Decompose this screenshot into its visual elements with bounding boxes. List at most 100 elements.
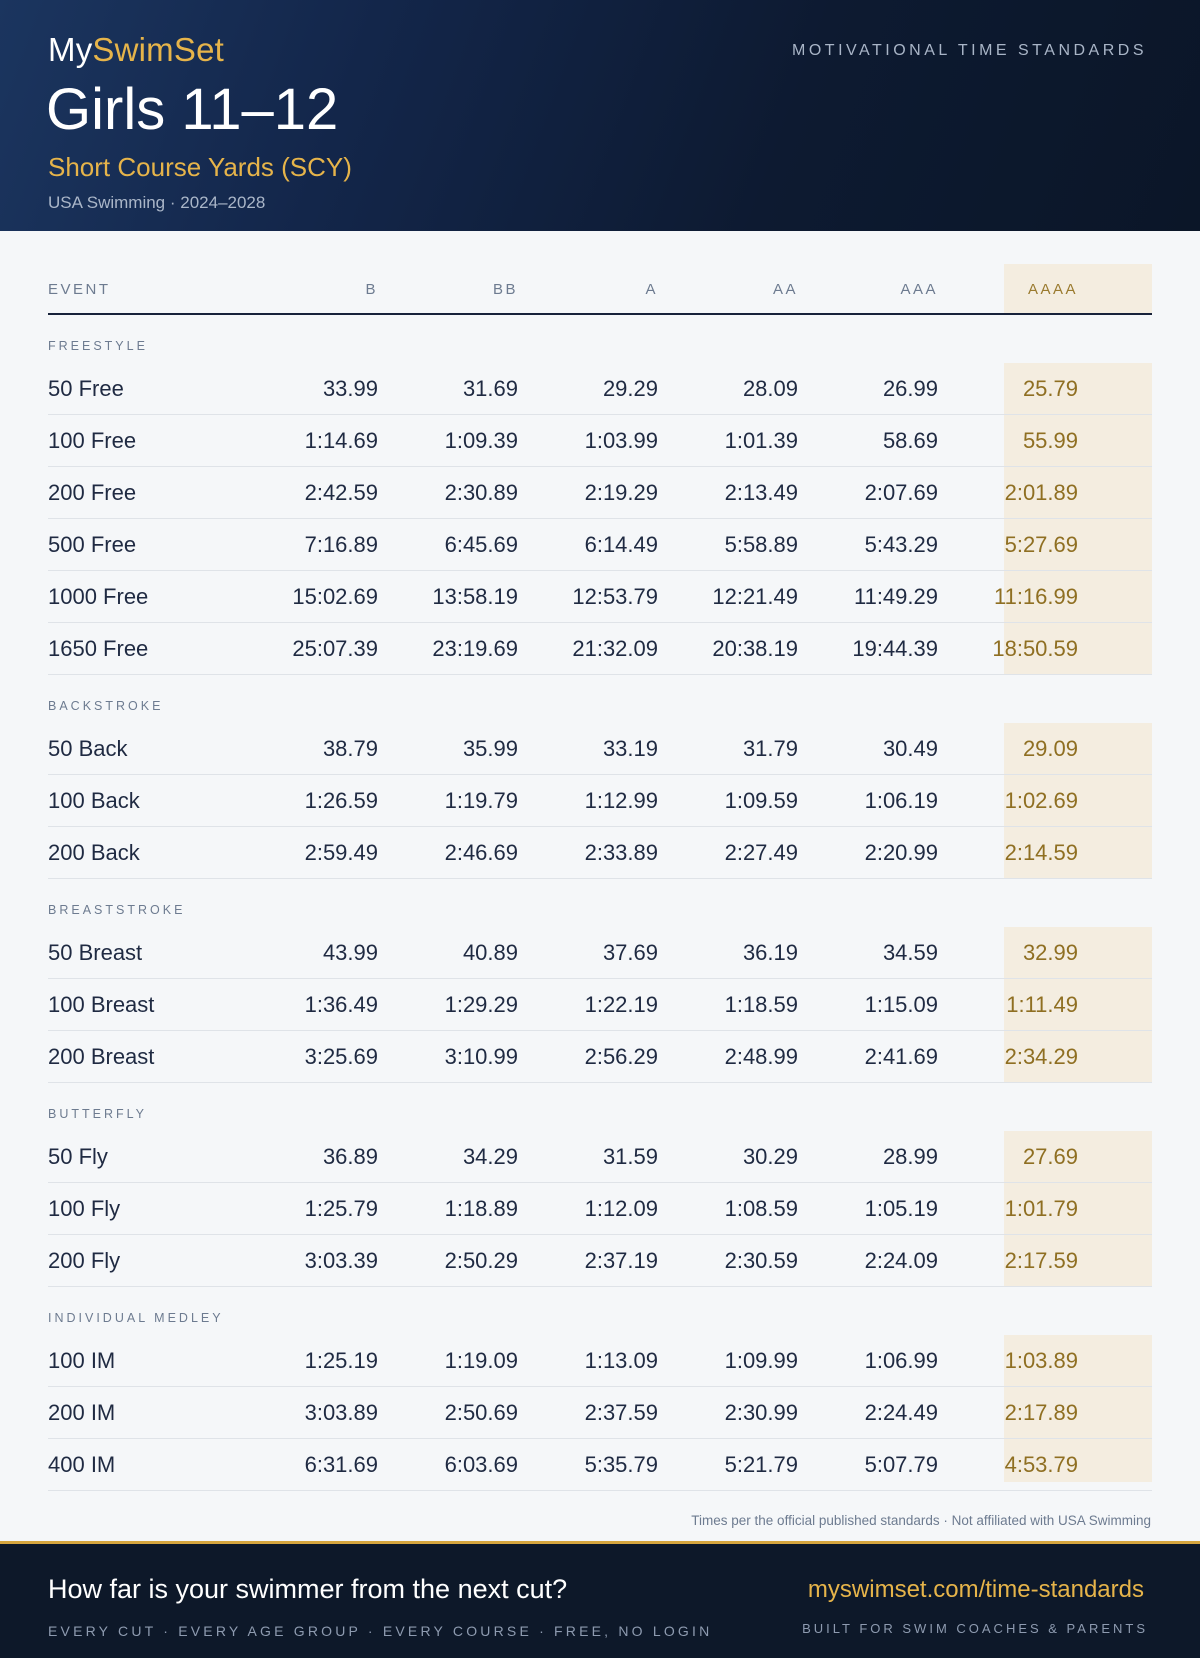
- table-row: 100 IM 1:25.19 1:19.09 1:13.09 1:09.99 1:06.9…: [48, 1335, 1152, 1387]
- column-header-aaa: AAA: [900, 281, 938, 298]
- section-heading-label: BACKSTROKE: [48, 699, 164, 713]
- time-aa: 28.09: [742, 376, 798, 401]
- time-aa: 2:30.99: [724, 1400, 798, 1425]
- event-name: 200 Back: [48, 840, 140, 865]
- time-b: 6:31.69: [304, 1452, 378, 1477]
- time-aaa: 5:07.79: [864, 1452, 938, 1477]
- table-row: 50 Breast 43.99 40.89 37.69 36.19 34.59 32.99: [48, 927, 1152, 979]
- time-aaa: 30.49: [882, 736, 938, 761]
- column-header-bb: BB: [492, 281, 518, 298]
- section-backstroke: BACKSTROKE 50 Back 38.79 35.99 33.19 31.79 30.…: [48, 675, 1152, 879]
- time-b: 2:59.49: [304, 840, 378, 865]
- time-aaaa: 2:01.89: [1004, 480, 1078, 505]
- event-name: 500 Free: [48, 532, 137, 557]
- time-aa: 12:21.49: [712, 584, 798, 609]
- time-aa: 1:01.39: [724, 428, 798, 453]
- table-row: 400 IM 6:31.69 6:03.69 5:35.79 5:21.79 5:07.7…: [48, 1439, 1152, 1491]
- time-aaaa: 11:16.99: [993, 584, 1078, 609]
- time-aaa: 2:24.49: [864, 1400, 938, 1425]
- time-aaa: 1:06.19: [864, 788, 938, 813]
- time-bb: 1:19.79: [444, 788, 518, 813]
- section-gap: [956, 879, 1152, 927]
- section-heading-label: INDIVIDUAL MEDLEY: [48, 1311, 224, 1325]
- time-b: 1:36.49: [304, 992, 378, 1017]
- footer-built-for: BUILT FOR SWIM COACHES & PARENTS: [802, 1621, 1148, 1636]
- time-bb: 40.89: [462, 940, 518, 965]
- event-name: 200 Breast: [48, 1044, 155, 1069]
- section-butterfly: BUTTERFLY 50 Fly 36.89 34.29 31.59 30.29 28.99…: [48, 1083, 1152, 1287]
- table-row: 500 Free 7:16.89 6:45.69 6:14.49 5:58.89 5:43…: [48, 519, 1152, 571]
- event-name: 50 Free: [48, 376, 124, 401]
- time-aa: 36.19: [742, 940, 798, 965]
- header-banner: MySwimSet MOTIVATIONAL TIME STANDARDS Gi…: [0, 0, 1200, 231]
- event-name: 50 Fly: [48, 1144, 108, 1169]
- section-heading: INDIVIDUAL MEDLEY: [48, 1287, 1152, 1335]
- column-header-aaaa: AAAA: [1027, 281, 1078, 298]
- time-aaaa: 29.09: [1022, 736, 1078, 761]
- time-aaaa: 5:27.69: [1004, 532, 1078, 557]
- table-body: FREESTYLE 50 Free 33.99 31.69 29.29 28.09 26.9…: [48, 315, 1152, 1491]
- time-aa: 1:08.59: [724, 1196, 798, 1221]
- event-name: 100 IM: [48, 1348, 116, 1373]
- time-b: 25:07.39: [292, 636, 378, 661]
- time-aa: 20:38.19: [712, 636, 798, 661]
- header-kicker: MOTIVATIONAL TIME STANDARDS: [792, 42, 1147, 59]
- section-gap: [956, 675, 1152, 723]
- event-name: 100 Free: [48, 428, 137, 453]
- time-b: 1:14.69: [304, 428, 378, 453]
- brand-accent: SwimSet: [92, 31, 224, 68]
- time-a: 5:35.79: [584, 1452, 658, 1477]
- time-bb: 2:30.89: [444, 480, 518, 505]
- time-aa: 2:27.49: [724, 840, 798, 865]
- column-header-event: EVENT: [48, 281, 111, 298]
- time-aaa: 2:20.99: [864, 840, 938, 865]
- time-aaaa: 2:34.29: [1004, 1044, 1078, 1069]
- time-bb: 35.99: [462, 736, 518, 761]
- table-row: 200 Free 2:42.59 2:30.89 2:19.29 2:13.49 2:07…: [48, 467, 1152, 519]
- event-name: 1000 Free: [48, 584, 149, 609]
- time-a: 37.69: [602, 940, 658, 965]
- time-bb: 2:50.29: [444, 1248, 518, 1273]
- event-name: 200 Fly: [48, 1248, 121, 1273]
- time-aa: 31.79: [742, 736, 798, 761]
- section-heading-label: BUTTERFLY: [48, 1107, 147, 1121]
- table-row: 50 Back 38.79 35.99 33.19 31.79 30.49 29.09: [48, 723, 1152, 775]
- section-gap: [956, 315, 1152, 363]
- time-aa: 2:48.99: [724, 1044, 798, 1069]
- brand-logo: MySwimSet: [48, 31, 224, 69]
- time-b: 7:16.89: [304, 532, 378, 557]
- time-bb: 1:18.89: [444, 1196, 518, 1221]
- time-aaa: 2:41.69: [864, 1044, 938, 1069]
- section-heading: BACKSTROKE: [48, 675, 1152, 723]
- column-header-aa: AA: [772, 281, 798, 298]
- table-row: 100 Back 1:26.59 1:19.79 1:12.99 1:09.59 1:06…: [48, 775, 1152, 827]
- time-a: 31.59: [602, 1144, 658, 1169]
- time-aaaa: 2:17.89: [1004, 1400, 1078, 1425]
- time-aa: 1:18.59: [724, 992, 798, 1017]
- time-a: 1:03.99: [584, 428, 658, 453]
- time-a: 12:53.79: [572, 584, 658, 609]
- time-b: 33.99: [322, 376, 378, 401]
- event-name: 1650 Free: [48, 636, 149, 661]
- footer-url-link[interactable]: myswimset.com/time-standards: [808, 1576, 1144, 1604]
- time-b: 1:25.79: [304, 1196, 378, 1221]
- section-gap: [956, 1083, 1152, 1131]
- time-aaaa: 27.69: [1022, 1144, 1078, 1169]
- table-row: 200 Breast 3:25.69 3:10.99 2:56.29 2:48.99 2:…: [48, 1031, 1152, 1083]
- event-name: 50 Breast: [48, 940, 143, 965]
- time-aaa: 2:24.09: [864, 1248, 938, 1273]
- time-a: 1:22.19: [584, 992, 658, 1017]
- time-a: 2:33.89: [584, 840, 658, 865]
- time-aaaa: 2:14.59: [1004, 840, 1078, 865]
- time-bb: 6:03.69: [444, 1452, 518, 1477]
- time-a: 1:12.09: [584, 1196, 658, 1221]
- time-b: 36.89: [322, 1144, 378, 1169]
- time-aaa: 19:44.39: [852, 636, 938, 661]
- time-b: 15:02.69: [292, 584, 378, 609]
- time-bb: 23:19.69: [432, 636, 518, 661]
- time-bb: 13:58.19: [432, 584, 518, 609]
- section-heading: BUTTERFLY: [48, 1083, 1152, 1131]
- time-aaaa: 1:01.79: [1004, 1196, 1078, 1221]
- time-aa: 30.29: [742, 1144, 798, 1169]
- time-aa: 1:09.59: [724, 788, 798, 813]
